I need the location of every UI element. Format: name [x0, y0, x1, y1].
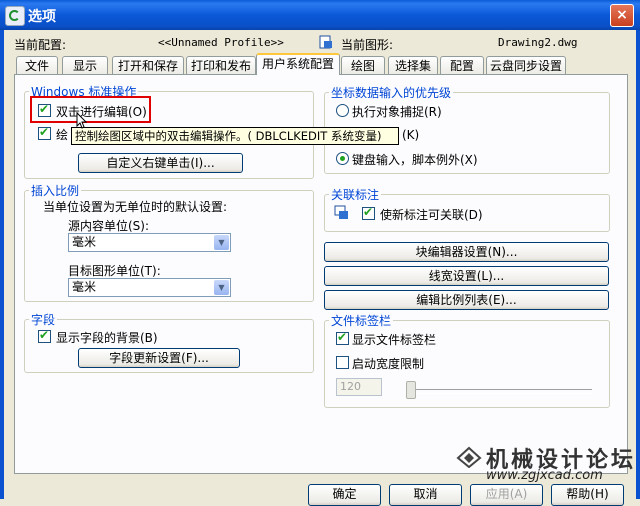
tab-plot-publish[interactable]: 打印和发布	[186, 56, 256, 74]
fields-legend: 字段	[31, 313, 56, 327]
current-profile-label: 当前配置:	[14, 38, 67, 52]
width-limit-checkbox[interactable]	[336, 356, 349, 369]
dimension-icon	[333, 204, 349, 220]
show-field-background-label: 显示字段的背景(B)	[56, 331, 158, 345]
tab-display[interactable]: 显示	[62, 56, 108, 74]
tab-drafting[interactable]: 绘图	[341, 56, 385, 74]
chevron-down-icon[interactable]: ▼	[214, 280, 229, 295]
source-units-value: 毫米	[72, 235, 97, 249]
target-units-label: 目标图形单位(T):	[68, 264, 161, 278]
keyboard-except-scripts-label: 键盘输入，脚本例外(X)	[352, 153, 478, 167]
tooltip: 控制绘图区域中的双击编辑操作。( DBLCLKEDIT 系统变量)	[71, 127, 399, 145]
current-profile-value: <<Unnamed Profile>>	[158, 36, 284, 49]
tab-user-preferences[interactable]: 用户系统配置	[256, 53, 340, 75]
tab-open-save[interactable]: 打开和保存	[112, 56, 184, 74]
apply-button[interactable]: 应用(A)	[470, 484, 543, 506]
watermark-logo-icon	[456, 446, 482, 471]
source-units-label: 源内容单位(S):	[68, 219, 150, 233]
window-title: 选项	[28, 9, 56, 25]
watermark-url: www.zgjxcad.com	[486, 468, 603, 483]
close-button[interactable]: ×	[610, 4, 634, 27]
target-units-select[interactable]: 毫米 ▼	[68, 278, 231, 297]
current-drawing-label: 当前图形:	[341, 38, 394, 52]
tab-cloud-sync[interactable]: 云盘同步设置	[486, 56, 566, 74]
running-snaps-label: 执行对象捕捉(R)	[352, 105, 442, 119]
width-slider-thumb[interactable]	[406, 381, 416, 399]
file-tab-legend: 文件标签栏	[331, 314, 392, 328]
tab-selection[interactable]: 选择集	[388, 56, 438, 74]
app-icon	[5, 6, 25, 26]
show-field-background-checkbox[interactable]	[38, 328, 51, 343]
field-update-settings-button[interactable]: 字段更新设置(F)...	[78, 348, 240, 368]
custom-right-click-button[interactable]: 自定义右键单击(I)...	[78, 153, 243, 173]
running-snaps-radio[interactable]	[336, 104, 349, 117]
chevron-down-icon[interactable]: ▼	[214, 235, 229, 250]
width-slider-track[interactable]	[406, 389, 592, 394]
ok-button[interactable]: 确定	[308, 484, 381, 506]
tab-profiles[interactable]: 配置	[440, 56, 484, 74]
lineweight-settings-button[interactable]: 线宽设置(L)...	[324, 266, 609, 286]
mouse-cursor-icon	[76, 111, 88, 134]
help-button[interactable]: 帮助(H)	[551, 484, 624, 506]
cancel-button[interactable]: 取消	[389, 484, 462, 506]
show-file-tabs-label: 显示文件标签栏	[352, 333, 437, 347]
window-frame-left	[0, 30, 4, 499]
coord-priority-legend: 坐标数据输入的优先级	[331, 86, 452, 100]
width-limit-label: 启动宽度限制	[352, 357, 425, 371]
shortcut-menu-checkbox[interactable]	[38, 125, 51, 140]
associative-dim-label: 使新标注可关联(D)	[380, 208, 483, 222]
edit-scale-list-button[interactable]: 编辑比例列表(E)...	[324, 290, 609, 310]
assoc-dim-legend: 关联标注	[331, 188, 380, 202]
tab-files[interactable]: 文件	[16, 56, 58, 74]
drawing-icon	[319, 35, 333, 49]
insert-scale-description: 当单位设置为无单位时的默认设置:	[43, 200, 228, 214]
window-frame-right	[636, 30, 640, 499]
block-editor-settings-button[interactable]: 块编辑器设置(N)...	[324, 242, 609, 262]
source-units-select[interactable]: 毫米 ▼	[68, 233, 231, 252]
associative-dim-checkbox[interactable]	[362, 205, 375, 220]
show-file-tabs-checkbox[interactable]	[336, 330, 349, 345]
keyboard-except-scripts-radio[interactable]	[336, 152, 349, 165]
width-value-field[interactable]: 120	[336, 378, 382, 396]
current-drawing-value: Drawing2.dwg	[498, 36, 578, 49]
highlight-box	[30, 96, 151, 123]
keyboard-entry-partial-label: (K)	[402, 128, 420, 142]
target-units-value: 毫米	[72, 280, 97, 294]
shortcut-menu-label: 绘	[56, 128, 69, 142]
title-bar: 选项 ×	[0, 0, 640, 30]
insert-scale-legend: 插入比例	[31, 184, 80, 198]
